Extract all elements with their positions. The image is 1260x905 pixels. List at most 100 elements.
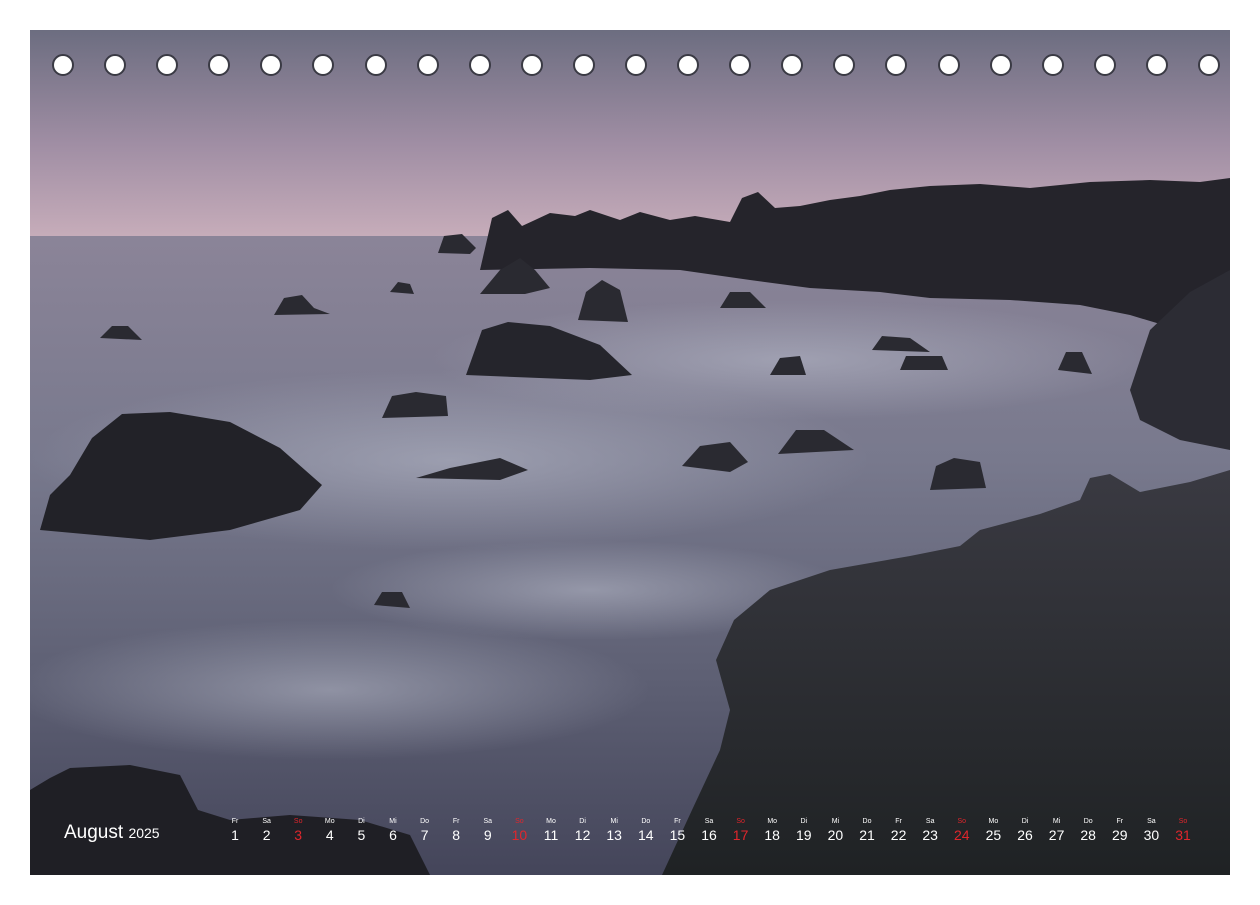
weekday-label: Fr	[231, 818, 239, 825]
weekday-label: Do	[1083, 818, 1093, 825]
year-label: 2025	[128, 825, 160, 841]
binding-hole	[937, 54, 960, 76]
day-number: 30	[1143, 827, 1160, 843]
day-number: 11	[543, 827, 559, 843]
day-number: 20	[827, 827, 844, 843]
day-number: 3	[294, 827, 303, 843]
day-cell: Do 7	[410, 818, 440, 844]
day-cell: Mi 13	[599, 818, 629, 844]
day-number: 16	[701, 827, 717, 843]
day-number: 17	[732, 827, 749, 843]
binding-hole	[364, 54, 387, 76]
weekday-label: Mo	[324, 818, 335, 825]
day-cell: So 3	[283, 818, 313, 844]
day-number: 8	[452, 827, 461, 843]
day-number: 4	[325, 827, 334, 843]
day-cell: Sa 9	[473, 818, 503, 844]
binding-hole	[468, 54, 491, 76]
day-cell: Mo 25	[978, 818, 1008, 844]
day-cell: Fr 8	[441, 818, 471, 844]
weekday-label: Sa	[704, 818, 714, 825]
weekday-label: Mi	[610, 818, 618, 825]
weekday-label: Di	[1021, 818, 1029, 825]
binding-hole	[1093, 54, 1116, 76]
binding-hole	[312, 54, 335, 76]
day-number: 1	[231, 827, 239, 843]
binding-hole	[572, 54, 595, 76]
binding-hole	[625, 54, 647, 76]
day-cell: Di 5	[346, 818, 376, 844]
day-cell: Sa 2	[252, 818, 282, 844]
binding-hole	[260, 54, 283, 76]
weekday-label: Mo	[546, 818, 556, 825]
day-number: 2	[262, 827, 271, 843]
weekday-label: So	[293, 818, 303, 825]
weekday-label: Fr	[895, 818, 902, 825]
binding-hole	[208, 54, 231, 76]
weekday-label: Do	[862, 818, 872, 825]
weekday-label: Sa	[483, 818, 493, 825]
binding-hole	[1145, 54, 1168, 76]
weekday-label: Sa	[925, 818, 935, 825]
binding-hole	[156, 54, 179, 76]
day-number: 23	[922, 827, 938, 843]
binding-hole	[1198, 54, 1220, 76]
month-name: August	[64, 822, 124, 843]
day-cell: So 10	[504, 818, 534, 844]
weekday-label: So	[1178, 818, 1188, 825]
day-cell: So 24	[947, 818, 977, 844]
weekday-label: Di	[579, 818, 586, 825]
day-cell: Sa 30	[1136, 818, 1166, 844]
day-number: 9	[483, 827, 492, 843]
day-number: 24	[954, 827, 970, 843]
day-number: 27	[1048, 827, 1065, 843]
binding-hole	[989, 54, 1012, 76]
day-number: 19	[796, 827, 812, 843]
mist	[30, 620, 650, 760]
binding-hole	[833, 54, 856, 76]
day-number: 14	[638, 827, 654, 843]
weekday-label: So	[957, 818, 967, 825]
weekday-label: So	[736, 818, 745, 825]
day-strip: Fr 1 Sa 2 So 3 Mo 4 Di 5 Mi 6 Do 7 Fr 8 Sa 9 So 10 Mo 11 Di 12 M…	[220, 818, 1210, 848]
rocky-coast-scene	[30, 30, 1230, 875]
weekday-label: Fr	[674, 818, 681, 825]
weekday-label: Mi	[389, 818, 397, 825]
weekday-label: Mi	[831, 818, 840, 825]
day-number: 12	[574, 827, 591, 843]
day-cell: So 17	[726, 818, 756, 844]
binding-hole	[677, 54, 700, 76]
day-number: 10	[511, 827, 528, 843]
day-number: 22	[890, 827, 907, 843]
weekday-label: Fr	[452, 818, 460, 825]
weekday-label: Sa	[1147, 818, 1156, 825]
day-number: 7	[420, 827, 429, 843]
weekday-label: Di	[800, 818, 808, 825]
day-number: 13	[606, 827, 622, 843]
weekday-label: Do	[420, 818, 430, 825]
day-cell: Fr 15	[662, 818, 692, 844]
day-cell: Fr 22	[884, 818, 914, 844]
day-number: 5	[357, 827, 366, 843]
day-cell: Di 12	[568, 818, 598, 844]
binding-hole	[885, 54, 908, 76]
weekday-label: Do	[641, 818, 651, 825]
day-cell: Mo 4	[315, 818, 345, 844]
day-cell: Fr 1	[220, 818, 250, 844]
day-cell: Mi 6	[378, 818, 408, 844]
day-cell: Mo 18	[757, 818, 787, 844]
day-cell: Mo 11	[536, 818, 566, 844]
binding-hole	[104, 54, 127, 76]
binding-holes	[52, 54, 1220, 80]
binding-hole	[1041, 54, 1064, 76]
weekday-label: Mi	[1052, 818, 1061, 825]
day-number: 28	[1080, 827, 1096, 843]
day-cell: Mi 20	[820, 818, 850, 844]
rock	[900, 356, 948, 370]
weekday-label: Sa	[262, 818, 271, 825]
binding-hole	[416, 54, 439, 76]
binding-hole	[52, 54, 74, 76]
day-cell: Mi 27	[1042, 818, 1072, 844]
day-number: 31	[1175, 827, 1191, 843]
day-cell: So 31	[1168, 818, 1198, 844]
